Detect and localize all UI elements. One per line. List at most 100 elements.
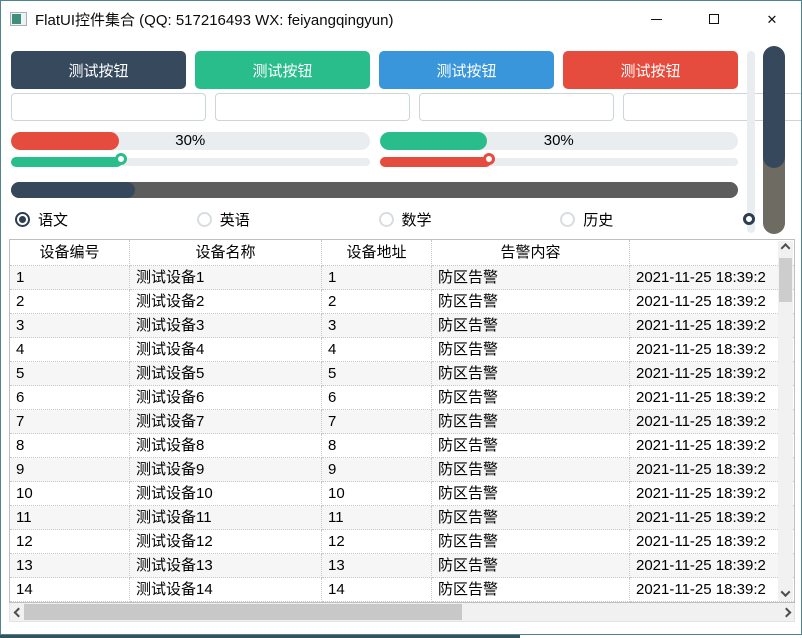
radio-history[interactable]: 历史 (556, 209, 738, 230)
cell-device-id: 3 (10, 314, 130, 338)
table-header-row: 设备编号 设备名称 设备地址 告警内容 (10, 240, 794, 266)
maximize-icon (709, 14, 719, 24)
button-row: 测试按钮 测试按钮 测试按钮 测试按钮 (11, 51, 738, 89)
table-row[interactable]: 3 测试设备3 3 防区告警 2021-11-25 18:39:2 (10, 314, 794, 338)
cell-device-address: 7 (322, 410, 432, 434)
table-body: 1 测试设备1 1 防区告警 2021-11-25 18:39:2 2 测试设备… (10, 266, 794, 602)
cell-alarm-time: 2021-11-25 18:39:2 (630, 410, 794, 434)
vertical-scrollbar-thumb[interactable] (779, 258, 792, 302)
cell-alarm-content: 防区告警 (432, 530, 630, 554)
vertical-slider-track[interactable] (747, 51, 755, 233)
cell-alarm-content: 防区告警 (432, 554, 630, 578)
slider-green-handle[interactable] (114, 153, 127, 165)
table-grid: 设备编号 设备名称 设备地址 告警内容 1 测试设备1 1 防区告警 2021-… (9, 239, 795, 603)
minimize-icon (650, 18, 662, 20)
slider-row (11, 153, 738, 171)
window-title: FlatUI控件集合 (QQ: 517216493 WX: feiyangqin… (35, 11, 394, 29)
table-row[interactable]: 1 测试设备1 1 防区告警 2021-11-25 18:39:2 (10, 266, 794, 290)
titlebar: FlatUI控件集合 (QQ: 517216493 WX: feiyangqin… (1, 1, 801, 37)
test-button-blue[interactable]: 测试按钮 (379, 51, 554, 89)
cell-alarm-content: 防区告警 (432, 386, 630, 410)
table-row[interactable]: 10 测试设备10 10 防区告警 2021-11-25 18:39:2 (10, 482, 794, 506)
chevron-down-icon (780, 586, 791, 597)
text-input-3[interactable] (419, 93, 614, 121)
radio-selected-icon (15, 211, 30, 227)
test-button-red[interactable]: 测试按钮 (563, 51, 738, 89)
cell-device-id: 9 (10, 458, 130, 482)
progressbar-dark (11, 182, 738, 198)
progressbar-green-value: 30% (543, 132, 574, 149)
cell-device-address: 12 (322, 530, 432, 554)
table-row[interactable]: 13 测试设备13 13 防区告警 2021-11-25 18:39:2 (10, 554, 794, 578)
table-row[interactable]: 12 测试设备12 12 防区告警 2021-11-25 18:39:2 (10, 530, 794, 554)
scroll-down-button[interactable] (778, 585, 793, 601)
vertical-progressbar (763, 46, 785, 234)
horizontal-scrollbar-thumb[interactable] (24, 604, 462, 620)
column-header-alarm-content[interactable]: 告警内容 (432, 240, 630, 266)
cell-device-name: 测试设备7 (130, 410, 322, 434)
table-row[interactable]: 4 测试设备4 4 防区告警 2021-11-25 18:39:2 (10, 338, 794, 362)
radio-label: 语文 (38, 211, 69, 229)
test-button-dark[interactable]: 测试按钮 (11, 51, 186, 89)
column-header-device-address[interactable]: 设备地址 (322, 240, 432, 266)
progress-row: 30% 30% (11, 132, 738, 150)
table-row[interactable]: 6 测试设备6 6 防区告警 2021-11-25 18:39:2 (10, 386, 794, 410)
table-row[interactable]: 8 测试设备8 8 防区告警 2021-11-25 18:39:2 (10, 434, 794, 458)
radio-unselected-icon (560, 211, 576, 227)
column-header-alarm-time[interactable] (630, 240, 794, 266)
cell-device-name: 测试设备9 (130, 458, 322, 482)
scroll-right-button[interactable] (778, 603, 794, 621)
cell-device-address: 6 (322, 386, 432, 410)
table-row[interactable]: 11 测试设备11 11 防区告警 2021-11-25 18:39:2 (10, 506, 794, 530)
cell-alarm-time: 2021-11-25 18:39:2 (630, 434, 794, 458)
cell-device-name: 测试设备5 (130, 362, 322, 386)
cell-alarm-content: 防区告警 (432, 362, 630, 386)
cell-device-address: 4 (322, 338, 432, 362)
table-row[interactable]: 2 测试设备2 2 防区告警 2021-11-25 18:39:2 (10, 290, 794, 314)
slider-green[interactable] (11, 153, 370, 171)
radio-english[interactable]: 英语 (193, 209, 375, 230)
cell-device-address: 13 (322, 554, 432, 578)
cell-device-name: 测试设备2 (130, 290, 322, 314)
table-row[interactable]: 5 测试设备5 5 防区告警 2021-11-25 18:39:2 (10, 362, 794, 386)
cell-device-id: 10 (10, 482, 130, 506)
radio-unselected-icon (378, 211, 394, 227)
cell-alarm-time: 2021-11-25 18:39:2 (630, 578, 794, 602)
cell-alarm-content: 防区告警 (432, 482, 630, 506)
maximize-button[interactable] (685, 1, 743, 37)
radio-chinese[interactable]: 语文 (11, 209, 193, 230)
table-row[interactable]: 9 测试设备9 9 防区告警 2021-11-25 18:39:2 (10, 458, 794, 482)
table-vertical-scrollbar[interactable] (778, 241, 793, 601)
column-header-device-name[interactable]: 设备名称 (130, 240, 322, 266)
cell-device-name: 测试设备13 (130, 554, 322, 578)
table-horizontal-scrollbar[interactable] (9, 603, 795, 622)
slider-red[interactable] (379, 153, 738, 171)
cell-device-id: 1 (10, 266, 130, 290)
progressbar-red-value: 30% (175, 132, 206, 149)
table-row[interactable]: 7 测试设备7 7 防区告警 2021-11-25 18:39:2 (10, 410, 794, 434)
radio-label: 历史 (583, 211, 614, 229)
minimize-button[interactable] (627, 1, 685, 37)
column-header-device-id[interactable]: 设备编号 (10, 240, 130, 266)
cell-device-name: 测试设备12 (130, 530, 322, 554)
radio-math[interactable]: 数学 (375, 209, 557, 230)
cell-device-address: 3 (322, 314, 432, 338)
text-input-2[interactable] (215, 93, 410, 121)
radio-unselected-icon (196, 211, 212, 227)
table-row[interactable]: 14 测试设备14 14 防区告警 2021-11-25 18:39:2 (10, 578, 794, 602)
cell-alarm-content: 防区告警 (432, 338, 630, 362)
cell-device-address: 2 (322, 290, 432, 314)
close-icon: ✕ (766, 11, 778, 27)
cell-device-name: 测试设备3 (130, 314, 322, 338)
cell-device-name: 测试设备10 (130, 482, 322, 506)
test-button-green[interactable]: 测试按钮 (195, 51, 370, 89)
close-button[interactable]: ✕ (743, 1, 801, 37)
cell-alarm-content: 防区告警 (432, 578, 630, 602)
cell-device-id: 2 (10, 290, 130, 314)
scroll-up-button[interactable] (778, 241, 793, 257)
vertical-slider-handle[interactable] (743, 213, 755, 225)
window-controls: ✕ (627, 1, 801, 37)
cell-device-name: 测试设备1 (130, 266, 322, 290)
text-input-1[interactable] (11, 93, 206, 121)
progressbar-green: 30% (379, 132, 738, 150)
